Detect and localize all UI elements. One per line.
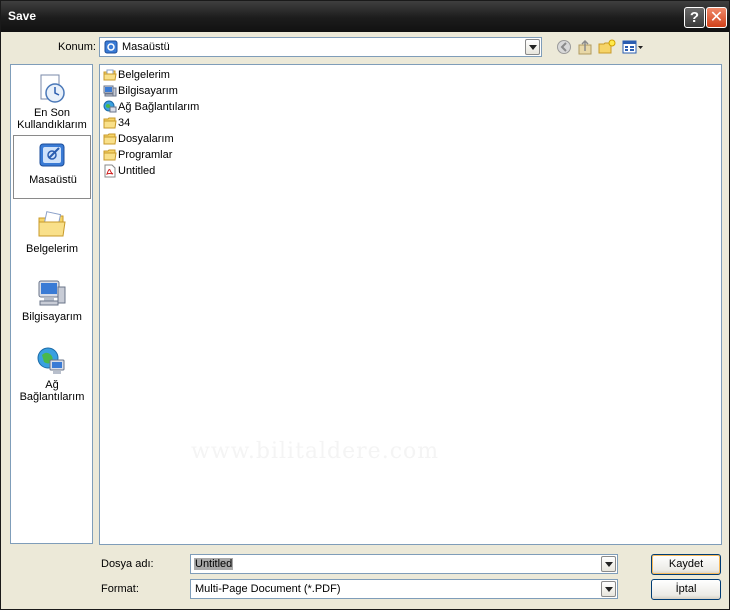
close-button[interactable]: ✕ xyxy=(706,7,727,28)
pdf-file-icon xyxy=(104,164,116,178)
format-dropdown-button[interactable] xyxy=(601,581,616,597)
save-button[interactable]: Kaydet xyxy=(651,554,721,575)
my-computer-icon xyxy=(38,280,66,306)
place-network[interactable]: Ağ Bağlantılarım xyxy=(13,341,91,405)
folder-icon xyxy=(103,117,117,129)
folder-icon xyxy=(103,149,117,161)
filename-label: Dosya adı: xyxy=(101,558,154,570)
help-button[interactable]: ? xyxy=(684,7,705,28)
desktop-icon xyxy=(104,40,118,54)
filename-dropdown-button[interactable] xyxy=(601,556,616,572)
place-label: Bilgisayarım xyxy=(22,311,82,323)
network-places-icon xyxy=(37,347,65,374)
window-title: Save xyxy=(8,9,37,23)
file-name: Dosyalarım xyxy=(118,133,174,145)
my-documents-icon xyxy=(103,69,117,81)
file-name: Bilgisayarım xyxy=(118,85,178,97)
cancel-button[interactable]: İptal xyxy=(651,579,721,600)
file-list[interactable]: Belgelerim Bilgisayarım Ağ Bağlantılarım xyxy=(99,64,722,545)
place-label: Ağ Bağlantılarım xyxy=(19,379,85,403)
folder-icon xyxy=(103,133,117,145)
file-name: Programlar xyxy=(118,149,173,161)
my-computer-icon xyxy=(103,85,117,97)
view-menu-icon[interactable] xyxy=(622,39,644,55)
recent-documents-icon xyxy=(40,74,65,103)
place-recent[interactable]: En Son Kullandıklarım xyxy=(13,69,91,133)
file-name: Ağ Bağlantılarım xyxy=(118,101,200,113)
place-desktop[interactable]: Masaüstü xyxy=(13,135,91,199)
place-label: Masaüstü xyxy=(29,174,77,186)
file-name: Untitled xyxy=(118,165,156,177)
watermark-text: www.bilitaldere.com xyxy=(191,439,440,464)
place-my-computer[interactable]: Bilgisayarım xyxy=(13,273,91,337)
save-dialog: Save ? ✕ Konum: Masaüstü En Son Kullandı… xyxy=(0,0,730,610)
lookin-label: Konum: xyxy=(58,41,96,53)
format-select[interactable]: Multi-Page Document (*.PDF) xyxy=(190,579,618,599)
up-folder-icon[interactable] xyxy=(577,39,595,55)
places-bar: En Son Kullandıklarım Masaüstü Belgelerim xyxy=(10,64,93,544)
back-icon[interactable] xyxy=(556,39,574,55)
title-bar: Save ? ✕ xyxy=(1,1,729,32)
filename-value: Untitled xyxy=(194,558,234,570)
lookin-dropdown-button[interactable] xyxy=(525,39,540,55)
network-places-icon xyxy=(103,100,117,113)
format-value: Multi-Page Document (*.PDF) xyxy=(195,583,341,595)
place-my-documents[interactable]: Belgelerim xyxy=(13,205,91,269)
file-name: 34 xyxy=(118,117,131,129)
format-label: Format: xyxy=(101,583,139,595)
lookin-combo[interactable]: Masaüstü xyxy=(99,37,542,57)
place-label: Belgelerim xyxy=(26,243,78,255)
lookin-value: Masaüstü xyxy=(122,41,170,53)
file-name: Belgelerim xyxy=(118,69,170,81)
desktop-icon xyxy=(39,143,65,167)
filename-input[interactable]: Untitled xyxy=(190,554,618,574)
my-documents-icon xyxy=(38,211,66,237)
new-folder-icon[interactable] xyxy=(598,39,616,55)
place-label: En Son Kullandıklarım xyxy=(17,107,87,131)
